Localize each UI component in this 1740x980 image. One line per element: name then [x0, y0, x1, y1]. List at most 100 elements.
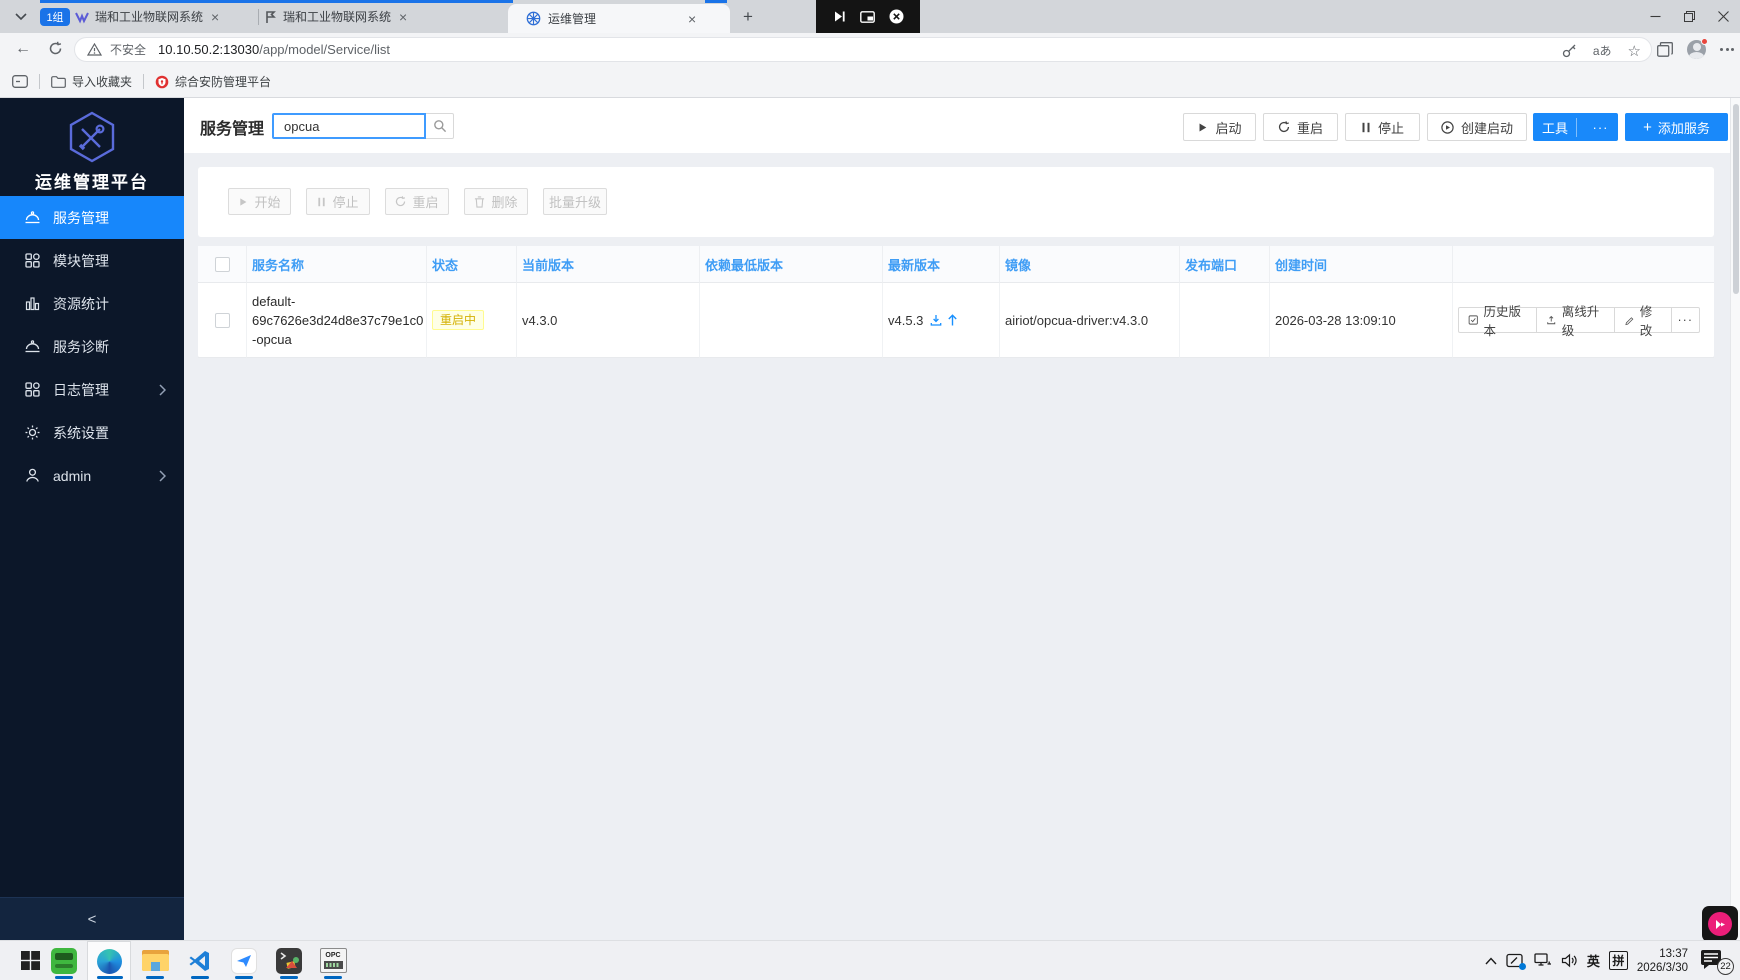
- chevron-up-icon: [1485, 956, 1497, 964]
- tab-close-icon[interactable]: ×: [399, 10, 407, 24]
- bookmark-import-favorites[interactable]: 导入收藏夹: [51, 73, 132, 90]
- tab-close-icon[interactable]: ×: [688, 12, 696, 26]
- sidebar-item-service-management[interactable]: 服务管理: [0, 196, 184, 239]
- cell-service-name: default- 69c7626e3d24d8e37c79e1c0 -opcua: [247, 283, 427, 358]
- platform-logo-icon: [69, 111, 115, 163]
- history-version-button[interactable]: 历史版本: [1458, 305, 1538, 338]
- button-label: 创建启动: [1460, 120, 1513, 136]
- batch-stop-button[interactable]: 停止: [306, 188, 370, 215]
- taskbar-app-explorer[interactable]: [133, 941, 177, 980]
- sidebar-item-resource-stats[interactable]: 资源统计: [0, 282, 184, 325]
- refresh-button[interactable]: [48, 41, 63, 56]
- reading-list-button[interactable]: [12, 75, 28, 88]
- taskbar-app-terminal[interactable]: [267, 941, 311, 980]
- upgrade-arrow-icon[interactable]: [946, 313, 959, 327]
- tab3-favicon: [526, 11, 541, 26]
- batch-restart-button[interactable]: 重启: [385, 188, 449, 215]
- window-minimize-button[interactable]: [1638, 0, 1672, 33]
- back-icon: ←: [15, 40, 31, 57]
- browser-menu-button[interactable]: [1720, 48, 1734, 51]
- window-restore-button[interactable]: [1672, 0, 1706, 33]
- sidebar-item-system-settings[interactable]: 系统设置: [0, 411, 184, 454]
- status-badge: 重启中: [432, 310, 485, 330]
- window-close-button[interactable]: [1706, 0, 1740, 33]
- tab-title: 运维管理: [548, 12, 597, 26]
- taskbar-app-opc[interactable]: OPC: [311, 941, 355, 980]
- tray-language-mode[interactable]: 英: [1587, 951, 1600, 970]
- col-header-status[interactable]: 状态: [427, 246, 517, 283]
- sidebar-collapse-button[interactable]: <: [0, 897, 184, 940]
- sidebar-item-admin[interactable]: admin: [0, 454, 184, 497]
- download-upgrade-icon[interactable]: [929, 313, 943, 327]
- scrollbar-thumb[interactable]: [1733, 104, 1739, 294]
- browser-tab-2[interactable]: 瑞和工业物联网系统 ×: [264, 0, 482, 33]
- platform-title: 运维管理平台: [35, 173, 149, 192]
- bookmark-security-platform[interactable]: 综合安防管理平台: [155, 73, 271, 90]
- browser-tab-1[interactable]: 瑞和工业物联网系统 ×: [75, 0, 255, 33]
- collections-icon[interactable]: [1657, 42, 1673, 57]
- tray-volume[interactable]: [1561, 953, 1578, 968]
- col-header-port[interactable]: 发布端口: [1180, 246, 1270, 283]
- address-bar[interactable]: 不安全 10.10.50.2:13030 /app/model/Service/…: [74, 37, 1652, 62]
- cell-min-dependency: [700, 283, 883, 358]
- picture-in-picture-icon[interactable]: [859, 10, 875, 23]
- tray-clock[interactable]: 13:37 2026/3/30: [1637, 947, 1688, 975]
- translate-icon[interactable]: aあ: [1593, 42, 1612, 59]
- password-key-icon[interactable]: [1562, 43, 1577, 58]
- col-header-latest-version[interactable]: 最新版本: [883, 246, 1000, 283]
- back-button[interactable]: ←: [15, 40, 31, 58]
- search-icon: [433, 120, 446, 133]
- profile-avatar[interactable]: [1687, 38, 1708, 59]
- col-header-service-name[interactable]: 服务名称: [247, 246, 427, 283]
- row-more-button[interactable]: ···: [1670, 307, 1700, 333]
- tray-ime-mode[interactable]: 拼: [1608, 951, 1628, 970]
- tab-close-icon[interactable]: ×: [211, 10, 219, 24]
- tray-expand-button[interactable]: [1485, 956, 1497, 965]
- gear-icon: [25, 425, 40, 440]
- sidebar-item-service-diagnosis[interactable]: 服务诊断: [0, 325, 184, 368]
- add-service-button[interactable]: + 添加服务: [1625, 113, 1728, 141]
- tray-pen-input[interactable]: [1506, 953, 1526, 970]
- stop-button[interactable]: 停止: [1345, 113, 1420, 141]
- close-media-icon[interactable]: [889, 9, 904, 24]
- col-header-image[interactable]: 镜像: [1000, 246, 1180, 283]
- select-all-checkbox[interactable]: [214, 256, 230, 272]
- tools-button[interactable]: 工具: [1534, 117, 1577, 137]
- col-header-created-at[interactable]: 创建时间: [1270, 246, 1453, 283]
- button-label: 离线升级: [1561, 305, 1600, 338]
- offline-upgrade-button[interactable]: 离线升级: [1536, 305, 1616, 338]
- not-secure-warning-icon: [87, 43, 102, 56]
- favorite-star-icon[interactable]: ☆: [1628, 42, 1641, 60]
- notification-center-button[interactable]: 22: [1700, 949, 1734, 975]
- system-tray: 英 拼 13:37 2026/3/30 22: [1485, 941, 1740, 980]
- floating-assistant-widget[interactable]: [1702, 906, 1738, 942]
- tab-search-button[interactable]: [8, 4, 34, 29]
- new-tab-button[interactable]: +: [736, 5, 760, 29]
- sidebar-item-log-management[interactable]: 日志管理: [0, 368, 184, 411]
- tray-network[interactable]: [1533, 953, 1552, 968]
- sidebar-item-module-management[interactable]: 模块管理: [0, 239, 184, 282]
- batch-delete-button[interactable]: 删除: [464, 188, 528, 215]
- restart-button[interactable]: 重启: [1263, 113, 1338, 141]
- tools-more-button[interactable]: ···: [1584, 120, 1617, 135]
- batch-upgrade-button[interactable]: 批量升级: [543, 188, 607, 215]
- search-button[interactable]: [426, 113, 454, 139]
- taskbar-app-remote[interactable]: [222, 941, 266, 980]
- cell-actions: 历史版本 离线升级 修改 ···: [1453, 283, 1714, 358]
- taskbar-app-airiot[interactable]: [42, 941, 86, 980]
- col-header-current-version[interactable]: 当前版本: [517, 246, 700, 283]
- browser-tab-active[interactable]: 运维管理 ×: [508, 4, 730, 33]
- taskbar-app-edge[interactable]: [87, 941, 131, 980]
- batch-start-button[interactable]: 开始: [228, 188, 291, 215]
- start-button[interactable]: 启动: [1183, 113, 1256, 141]
- search-input[interactable]: [272, 113, 426, 139]
- modify-button[interactable]: 修改: [1614, 305, 1672, 338]
- col-header-min-dependency[interactable]: 依赖最低版本: [700, 246, 883, 283]
- skip-media-icon[interactable]: [833, 10, 846, 23]
- row-checkbox[interactable]: [214, 312, 230, 328]
- cell-image: airiot/opcua-driver:v4.3.0: [1000, 283, 1180, 358]
- create-start-button[interactable]: 创建启动: [1427, 113, 1527, 141]
- taskbar-app-vscode[interactable]: [178, 941, 222, 980]
- tab-group-badge[interactable]: 1组: [40, 8, 70, 26]
- page-scrollbar[interactable]: [1730, 98, 1740, 940]
